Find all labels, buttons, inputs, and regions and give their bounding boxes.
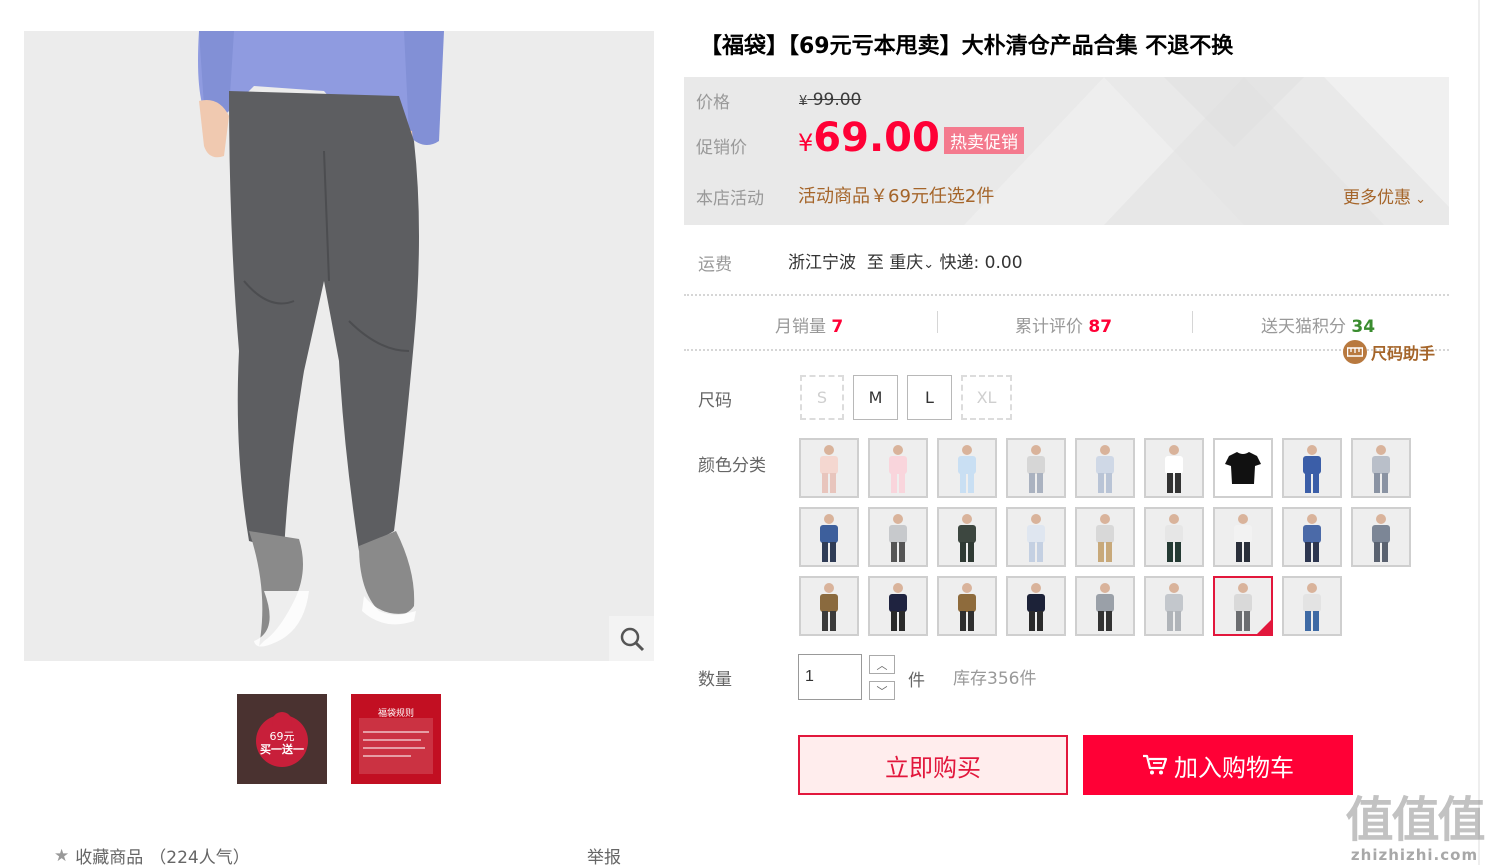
favorite-label: 收藏商品 <box>75 848 144 865</box>
color-swatch-9[interactable] <box>1351 438 1411 498</box>
chevron-down-icon: ﹀ <box>876 684 888 698</box>
chevron-up-icon: ︿ <box>876 658 888 672</box>
buy-now-button[interactable]: 立即购买 <box>798 735 1068 795</box>
chevron-down-icon: ⌄ <box>923 257 935 272</box>
color-swatch-14[interactable] <box>1075 507 1135 567</box>
color-swatch-18[interactable] <box>1351 507 1411 567</box>
zoom-button[interactable] <box>609 616 654 661</box>
color-swatch-10[interactable] <box>799 507 859 567</box>
selected-check-icon <box>1257 620 1271 634</box>
color-swatch-20[interactable] <box>868 576 928 636</box>
color-swatch-1[interactable] <box>799 438 859 498</box>
shipping-info: 浙江宁波 至 重庆⌄ 快递: 0.00 <box>788 248 1023 273</box>
color-swatch-21[interactable] <box>937 576 997 636</box>
color-swatch-11[interactable] <box>868 507 928 567</box>
quantity-label: 数量 <box>698 670 732 690</box>
add-to-cart-button[interactable]: 加入购物车 <box>1083 735 1353 795</box>
color-label: 颜色分类 <box>698 456 766 476</box>
thumb2-title: 福袋规则 <box>377 709 414 719</box>
activity-label: 本店活动 <box>696 189 764 209</box>
color-swatch-4[interactable] <box>1006 438 1066 498</box>
ship-from: 浙江宁波 <box>788 253 856 273</box>
quantity-decrease-button[interactable]: ﹀ <box>869 681 895 700</box>
watermark-logo: 值值值 <box>1345 792 1485 848</box>
color-swatch-2[interactable] <box>868 438 928 498</box>
color-swatch-22[interactable] <box>1006 576 1066 636</box>
divider <box>937 311 938 333</box>
review-count[interactable]: 累计评价 87 <box>1015 312 1112 337</box>
star-icon: ★ <box>54 845 70 865</box>
color-swatch-23[interactable] <box>1075 576 1135 636</box>
divider <box>684 349 1449 351</box>
promo-price-label: 促销价 <box>696 138 747 158</box>
hot-sale-badge: 热卖促销 <box>944 127 1024 154</box>
size-option-m[interactable]: M <box>853 375 898 420</box>
color-swatch-13[interactable] <box>1006 507 1066 567</box>
watermark-url: zhizhizhi.com <box>1350 846 1479 864</box>
thumb1-price: 69元 <box>269 730 295 743</box>
thumb1-offer: 买一送一 <box>260 743 304 756</box>
promo-price-value: 69.00 <box>813 115 940 161</box>
size-label: 尺码 <box>698 391 732 411</box>
monthly-sales: 月销量 7 <box>775 317 844 337</box>
color-swatch-5[interactable] <box>1075 438 1135 498</box>
favorite-count: （224人气） <box>149 848 250 865</box>
divider <box>684 294 1449 296</box>
color-swatch-16[interactable] <box>1213 507 1273 567</box>
page-divider <box>1478 0 1480 865</box>
original-price-value: 99.00 <box>812 90 862 110</box>
color-swatch-8[interactable] <box>1282 438 1342 498</box>
price-label: 价格 <box>696 93 730 113</box>
cart-icon <box>1143 754 1168 775</box>
size-helper-button[interactable]: 尺码助手 <box>1343 340 1435 364</box>
size-option-l[interactable]: L <box>907 375 952 420</box>
divider <box>1192 311 1193 333</box>
quantity-increase-button[interactable]: ︿ <box>869 655 895 674</box>
color-swatch-25[interactable] <box>1213 576 1273 636</box>
color-swatch-19[interactable] <box>799 576 859 636</box>
chevron-down-icon: ⌄ <box>1411 192 1427 207</box>
stock-count: 库存356件 <box>953 669 1037 689</box>
favorite-button[interactable]: ★ 收藏商品 （224人气） <box>54 843 250 865</box>
express-fee: 快递: 0.00 <box>939 253 1023 273</box>
tmall-points: 送天猫积分 34 <box>1261 317 1376 337</box>
quantity-unit: 件 <box>908 671 925 691</box>
report-link[interactable]: 举报 <box>587 843 621 865</box>
product-title: 【福袋】【69元亏本甩卖】大朴清仓产品合集 不退不换 <box>700 34 1234 59</box>
color-swatch-3[interactable] <box>937 438 997 498</box>
color-swatch-24[interactable] <box>1144 576 1204 636</box>
ship-to-prefix: 至 <box>866 253 884 273</box>
size-option-s[interactable]: S <box>800 375 844 420</box>
color-swatch-12[interactable] <box>937 507 997 567</box>
main-product-image <box>24 31 654 661</box>
quantity-input[interactable] <box>798 654 862 700</box>
shipping-label: 运费 <box>698 255 732 275</box>
price-panel: 价格 ¥ 99.00 促销价 ¥69.00 热卖促销 本店活动 活动商品￥69元… <box>684 77 1449 225</box>
color-swatch-6[interactable] <box>1144 438 1204 498</box>
color-swatch-17[interactable] <box>1282 507 1342 567</box>
more-offers-link[interactable]: 更多优惠 ⌄ <box>1343 183 1426 208</box>
color-swatch-26[interactable] <box>1282 576 1342 636</box>
activity-text: 活动商品￥69元任选2件 <box>798 186 995 207</box>
gallery-thumbnail-2[interactable]: 福袋规则 <box>351 694 441 784</box>
ruler-icon <box>1343 340 1367 364</box>
color-swatch-15[interactable] <box>1144 507 1204 567</box>
magnifier-icon <box>620 627 644 651</box>
size-option-xl[interactable]: XL <box>961 375 1012 420</box>
promo-price: ¥69.00 <box>798 115 940 161</box>
original-price: ¥ 99.00 <box>799 90 862 110</box>
gallery-thumbnail-1[interactable]: 69元 买一送一 <box>237 694 327 784</box>
watermark: 值值值 zhizhizhi.com <box>1342 780 1487 864</box>
destination-select[interactable]: 重庆⌄ <box>889 253 934 273</box>
color-swatch-7[interactable] <box>1213 438 1273 498</box>
